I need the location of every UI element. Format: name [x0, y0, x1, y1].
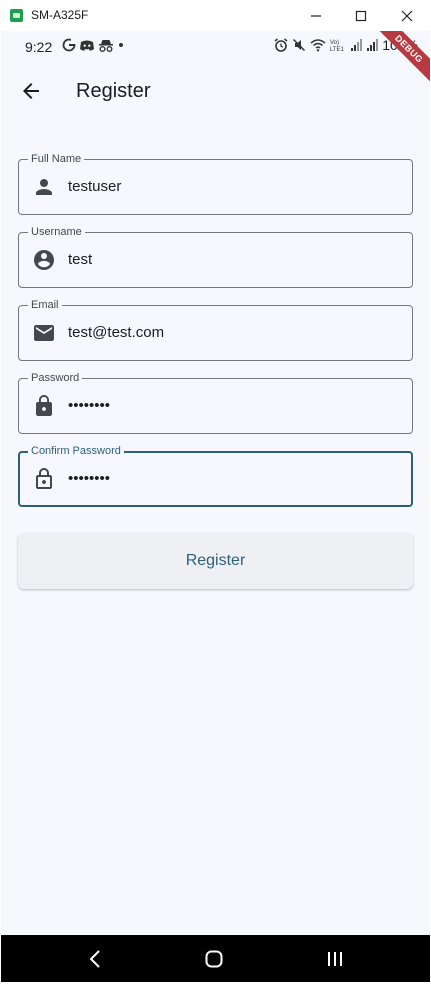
minimize-button[interactable]: [293, 0, 339, 31]
mute-icon: [293, 38, 306, 52]
page-title: Register: [76, 80, 151, 102]
account-circle-icon: [34, 250, 54, 270]
minimize-icon: [311, 14, 321, 17]
register-button-label: Register: [185, 552, 246, 569]
full-name-label: Full Name: [28, 152, 85, 166]
alarm-icon: [274, 38, 288, 52]
password-value: ••••••••: [68, 397, 111, 414]
device-screen: 9:22 Vo)LTE1 100% DEBUG Regis: [1, 31, 430, 935]
signal-icon: [367, 38, 379, 51]
full-name-field[interactable]: Full Name testuser: [18, 152, 413, 215]
navigation-bar: [1, 935, 430, 982]
window-title-bar: SM-A325F: [0, 0, 431, 31]
full-name-value: testuser: [68, 178, 122, 195]
password-label: Password: [28, 371, 83, 385]
close-icon: [401, 10, 413, 21]
arrow-back-icon: [23, 83, 39, 99]
status-time: 9:22: [25, 39, 53, 55]
username-label: Username: [28, 225, 85, 239]
app-icon: [10, 9, 23, 22]
status-left-icons: [62, 38, 125, 52]
discord-icon: [80, 40, 94, 51]
dot-icon: [119, 43, 123, 47]
nav-back-button[interactable]: [83, 947, 107, 971]
back-button[interactable]: [13, 73, 49, 109]
lock-icon: [36, 395, 52, 416]
confirm-password-field[interactable]: Confirm Password ••••••••: [18, 444, 413, 507]
svg-text:Vo): Vo): [330, 40, 339, 46]
maximize-button[interactable]: [338, 0, 384, 31]
signal-icon: [351, 38, 363, 51]
close-button[interactable]: [384, 0, 430, 31]
emulator-window: SM-A325F 9:22 Vo) LTE1 DEBUG Register Fu…: [0, 0, 431, 985]
wifi-icon: [310, 39, 326, 52]
email-label: Email: [28, 298, 62, 312]
window-title: SM-A325F: [31, 8, 89, 22]
email-value: test@test.com: [68, 324, 165, 341]
status-bar: 9:22 Vo)LTE1 100% DEBUG: [1, 31, 430, 87]
confirm-password-value: ••••••••: [68, 470, 111, 487]
home-nav-icon: [205, 950, 223, 968]
app-bar: Register: [1, 61, 430, 121]
email-icon: [34, 325, 54, 341]
nav-recents-button[interactable]: [323, 947, 347, 971]
register-button[interactable]: Register: [18, 533, 413, 589]
svg-text:LTE1: LTE1: [330, 47, 345, 52]
nav-home-button[interactable]: [202, 947, 226, 971]
incognito-icon: [99, 39, 113, 52]
confirm-password-label: Confirm Password: [28, 444, 124, 458]
password-field[interactable]: Password ••••••••: [18, 371, 413, 434]
recents-nav-icon: [328, 952, 342, 966]
email-field[interactable]: Email test@test.com: [18, 298, 413, 361]
username-value: test: [68, 251, 93, 268]
maximize-icon: [355, 10, 367, 21]
lock-open-icon: [36, 468, 52, 489]
back-nav-icon: [89, 950, 100, 968]
volte-icon: Vo)LTE1: [330, 40, 345, 52]
google-icon: [62, 38, 76, 52]
username-field[interactable]: Username test: [18, 225, 413, 288]
person-icon: [36, 179, 52, 195]
